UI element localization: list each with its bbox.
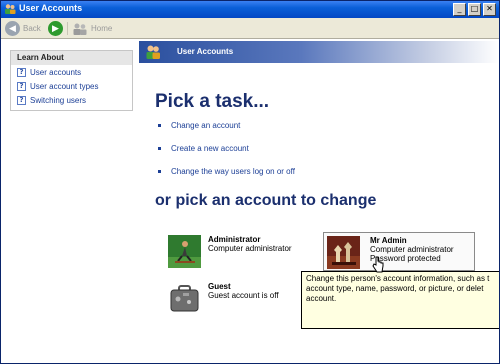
toolbar-divider — [67, 22, 68, 35]
bullet-icon — [158, 147, 161, 150]
account-tooltip: Change this person's account information… — [301, 271, 499, 329]
learn-about-heading: Learn About — [11, 51, 132, 65]
suitcase-avatar — [168, 282, 201, 315]
account-type: Computer administrator — [370, 245, 454, 254]
banner-title: User Accounts — [177, 47, 234, 56]
tooltip-line: account. — [306, 294, 337, 303]
task-create-account[interactable]: Create a new account — [158, 143, 249, 154]
forward-button[interactable]: ▶ — [48, 21, 63, 36]
account-name: Mr Admin — [370, 236, 407, 245]
bullet-icon — [158, 170, 161, 173]
help-icon: ? — [17, 95, 26, 105]
learn-about-item-switching-users[interactable]: ? Switching users — [11, 93, 132, 107]
maximize-button[interactable]: □ — [468, 3, 481, 16]
help-icon: ? — [17, 81, 26, 91]
skateboarder-avatar — [168, 235, 201, 268]
tooltip-line: Change this person's account information… — [306, 274, 490, 283]
left-pane: Learn About ? User accounts ? User accou… — [1, 39, 139, 363]
back-arrow-icon: ◀ — [5, 21, 20, 36]
account-status: Guest account is off — [208, 291, 279, 300]
back-label: Back — [23, 24, 41, 33]
home-button[interactable]: Home — [72, 21, 112, 36]
account-administrator[interactable]: Administrator Computer administrator — [168, 235, 318, 269]
account-name: Administrator — [208, 235, 261, 244]
window-title: User Accounts — [19, 3, 83, 13]
learn-about-item-account-types[interactable]: ? User account types — [11, 79, 132, 93]
toolbar: ◀ Back ▶ Home — [1, 18, 499, 39]
tooltip-line: account type, name, password, or picture… — [306, 284, 484, 293]
account-mr-admin[interactable]: Mr Admin Computer administrator Password… — [323, 232, 475, 271]
task-link[interactable]: Change an account — [171, 121, 240, 130]
task-link[interactable]: Change the way users log on or off — [171, 167, 295, 176]
user-accounts-window: User Accounts _ □ ✕ ◀ Back ▶ Home Learn … — [0, 0, 500, 364]
account-guest[interactable]: Guest Guest account is off — [168, 282, 318, 316]
account-type: Computer administrator — [208, 244, 292, 253]
learn-about-link[interactable]: User accounts — [30, 68, 81, 77]
hand-cursor-icon — [372, 256, 384, 273]
pick-account-heading: or pick an account to change — [155, 192, 377, 209]
title-bar[interactable]: User Accounts _ □ ✕ — [1, 1, 499, 18]
pick-task-heading: Pick a task... — [155, 91, 270, 112]
task-change-logon[interactable]: Change the way users log on or off — [158, 166, 295, 177]
bullet-icon — [158, 124, 161, 127]
learn-about-item-user-accounts[interactable]: ? User accounts — [11, 65, 132, 79]
header-banner: User Accounts — [139, 41, 499, 63]
home-label: Home — [91, 24, 113, 33]
learn-about-panel: Learn About ? User accounts ? User accou… — [10, 50, 133, 111]
close-button[interactable]: ✕ — [483, 3, 496, 16]
learn-about-link[interactable]: User account types — [30, 82, 98, 91]
account-name: Guest — [208, 282, 231, 291]
task-link[interactable]: Create a new account — [171, 144, 249, 153]
task-change-account[interactable]: Change an account — [158, 120, 240, 131]
home-users-icon — [73, 23, 87, 35]
help-icon: ? — [17, 67, 26, 77]
learn-about-link[interactable]: Switching users — [30, 96, 86, 105]
back-button[interactable]: ◀ Back — [5, 21, 41, 36]
forward-arrow-icon: ▶ — [48, 21, 63, 36]
users-icon — [5, 4, 16, 14]
chess-avatar — [327, 236, 360, 269]
minimize-button[interactable]: _ — [453, 3, 466, 16]
user-accounts-icon — [146, 45, 160, 59]
